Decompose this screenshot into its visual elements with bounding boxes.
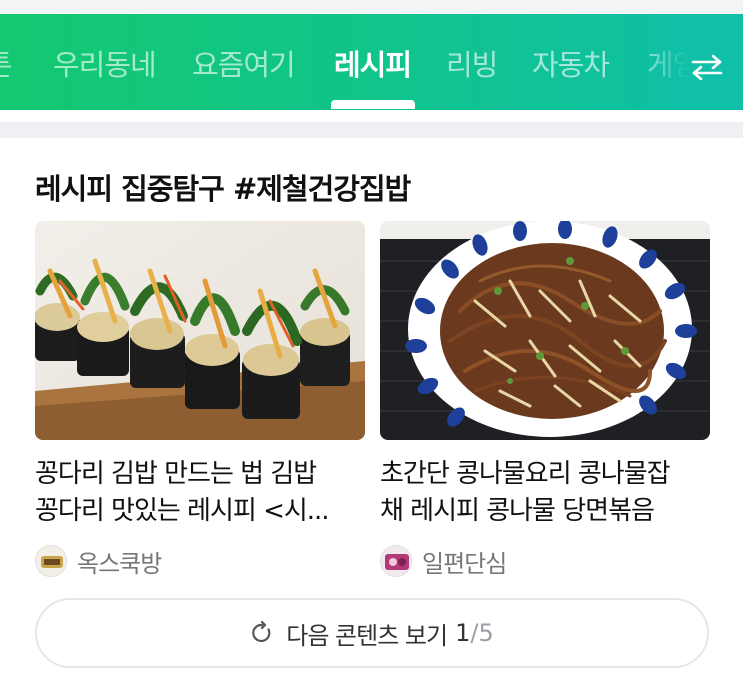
tab-neighborhood[interactable]: 우리동네	[53, 42, 157, 84]
status-strip	[0, 0, 743, 14]
active-tab-indicator	[331, 100, 415, 109]
source-name: 일편단심	[422, 549, 507, 578]
refresh-icon	[252, 621, 271, 643]
kimbap-rolls-photo[interactable]	[35, 221, 365, 440]
next-content-button[interactable]: 다음 콘텐츠 보기 1/5	[35, 598, 709, 668]
card-title-line2: 채 레시피 콩나물 당면볶음	[380, 496, 655, 526]
current-page: 1	[455, 619, 471, 647]
source-name: 옥스쿡방	[77, 549, 162, 578]
card-source[interactable]: 일편단심	[380, 544, 710, 578]
section-divider	[0, 122, 743, 138]
section-title: 레시피 집중탐구 #제철건강집밥	[35, 172, 411, 206]
card-title-line1: 꽁다리 김밥 만드는 법 김밥	[35, 459, 317, 489]
recipe-card-japchae[interactable]: 초간단 콩나물요리 콩나물잡 채 레시피 콩나물 당면볶음 일편단심	[380, 221, 710, 578]
tab-recipe[interactable]: 레시피	[334, 42, 412, 84]
japchae-bowl-photo[interactable]	[380, 221, 710, 440]
tab-partial-left[interactable]: 튼	[0, 42, 13, 84]
tab-trending-places[interactable]: 요즘여기	[192, 42, 296, 84]
avatar	[380, 545, 412, 577]
tab-living[interactable]: 리빙	[446, 42, 498, 84]
next-content-label: 다음 콘텐츠 보기	[286, 621, 448, 650]
card-title-line1: 초간단 콩나물요리 콩나물잡	[380, 459, 671, 489]
category-nav: 튼 우리동네 요즘여기 레시피 리빙 자동차 게임	[0, 14, 743, 110]
avatar	[35, 545, 67, 577]
total-pages: 5	[478, 619, 494, 647]
page-indicator: 1/5	[455, 619, 494, 647]
swap-arrows-icon[interactable]	[690, 54, 724, 80]
card-title[interactable]: 꽁다리 김밥 만드는 법 김밥 꽁다리 맛있는 레시피 <시...	[35, 456, 365, 532]
card-title[interactable]: 초간단 콩나물요리 콩나물잡 채 레시피 콩나물 당면볶음	[380, 456, 710, 532]
card-title-line2: 꽁다리 맛있는 레시피 <시...	[35, 496, 330, 526]
tab-cars[interactable]: 자동차	[532, 42, 610, 84]
card-source[interactable]: 옥스쿡방	[35, 544, 365, 578]
recipe-card-kimbap[interactable]: 꽁다리 김밥 만드는 법 김밥 꽁다리 맛있는 레시피 <시... 옥스쿡방	[35, 221, 365, 578]
